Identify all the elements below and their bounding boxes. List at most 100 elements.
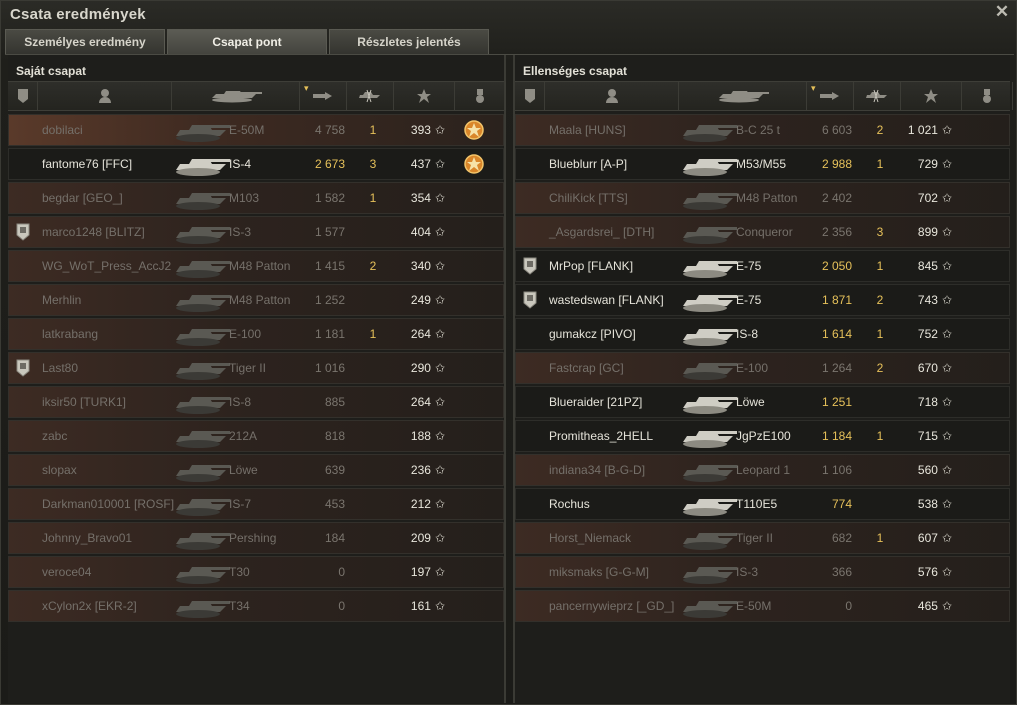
- tab-label: Részletes jelentés: [357, 35, 461, 49]
- damage-cell: 1 871: [806, 285, 852, 315]
- player-row[interactable]: indiana34 [B-G-D] Leopard 1 1 106 560 ✩: [515, 454, 1010, 486]
- player-row[interactable]: Darkman010001 [ROSF] IS-7 453 212 ✩: [8, 488, 504, 520]
- vehicle-name: IS-3: [736, 565, 759, 579]
- medal-column-header[interactable]: [455, 82, 506, 110]
- vehicle-cell: M48 Patton: [229, 251, 309, 281]
- vehicle-cell: T110E5: [736, 489, 816, 519]
- player-list: Maala [HUNS] B-C 25 t6 603 2 1 021 ✩ Blueblur…: [515, 114, 1010, 624]
- xp-value: 188: [410, 429, 431, 443]
- damage-value: 774: [831, 497, 852, 511]
- vehicle-name: M48 Patton: [229, 259, 291, 273]
- tank-column-header[interactable]: [172, 82, 300, 110]
- vehicle-cell: Löwe: [736, 387, 816, 417]
- player-row[interactable]: marco1248 [BLITZ] IS-3 1 577 404 ✩: [8, 216, 504, 248]
- badge-cell: [520, 455, 540, 485]
- player-row[interactable]: zabc 212A 818 188 ✩: [8, 420, 504, 452]
- medal-cell: [969, 217, 993, 247]
- tank-column-header[interactable]: [679, 82, 807, 110]
- medal-column-header[interactable]: [962, 82, 1013, 110]
- player-name-cell: Fastcrap [GC]: [549, 353, 689, 383]
- player-row[interactable]: veroce04 T30 0 197 ✩: [8, 556, 504, 588]
- player-row[interactable]: Blueraider [21PZ] Löwe 1 251 718 ✩: [515, 386, 1010, 418]
- player-row[interactable]: ChiliKick [TTS] M48 Patton 2 402 702 ✩: [515, 182, 1010, 214]
- player-row[interactable]: Maala [HUNS] B-C 25 t 6 603 2 1 021 ✩: [515, 114, 1010, 146]
- damage-column-header[interactable]: ▾: [300, 82, 347, 110]
- damage-cell: 885: [299, 387, 345, 417]
- player-row[interactable]: latkrabang E-100 1 181 1 264 ✩: [8, 318, 504, 350]
- tab-team-score[interactable]: Csapat pont: [167, 29, 327, 54]
- tank-cell: [174, 183, 230, 213]
- player-row[interactable]: Rochus T110E5 774 538 ✩: [515, 488, 1010, 520]
- xp-cell: 437 ✩: [393, 149, 445, 179]
- player-row[interactable]: miksmaks [G-G-M] IS-3 366 576 ✩: [515, 556, 1010, 588]
- player-row[interactable]: _Asgardsrei_ [DTH] Conqueror 2 356 3 899 ✩: [515, 216, 1010, 248]
- player-row[interactable]: gumakcz [PIVO] IS-8 1 614 1 752 ✩: [515, 318, 1010, 350]
- player-name-cell: miksmaks [G-G-M]: [549, 557, 689, 587]
- star-icon: ✩: [941, 259, 952, 273]
- tank-cell: [174, 421, 230, 451]
- tank-cell: [174, 149, 230, 179]
- player-row[interactable]: Fastcrap [GC] E-100 1 264 2 670 ✩: [515, 352, 1010, 384]
- vehicle-cell: E-50M: [736, 591, 816, 621]
- vehicle-name: Löwe: [229, 463, 258, 477]
- player-row[interactable]: Horst_Niemack Tiger II 682 1 607 ✩: [515, 522, 1010, 554]
- damage-column-header[interactable]: ▾: [807, 82, 854, 110]
- xp-cell: 209 ✩: [393, 523, 445, 553]
- player-row[interactable]: MrPop [FLANK] E-75 2 050 1 845 ✩: [515, 250, 1010, 282]
- kills-column-icon: [864, 89, 890, 103]
- player-row[interactable]: xCylon2x [EKR-2] T34 0 161 ✩: [8, 590, 504, 622]
- vehicle-name: E-75: [736, 259, 762, 273]
- damage-cell: 0: [299, 557, 345, 587]
- tab-detailed-report[interactable]: Részletes jelentés: [329, 29, 489, 54]
- tank-cell: [174, 115, 230, 145]
- vehicle-name: T110E5: [736, 497, 778, 511]
- vehicle-name: M48 Patton: [736, 191, 798, 205]
- damage-cell: 4 758: [299, 115, 345, 145]
- tank-image-icon: [679, 150, 739, 178]
- badge-column-header[interactable]: [8, 82, 38, 110]
- tab-personal-result[interactable]: Személyes eredmény: [5, 29, 165, 54]
- player-row[interactable]: fantome76 [FFC] IS-4 2 673 3 437 ✩: [8, 148, 504, 180]
- vehicle-name: T30: [229, 565, 250, 579]
- player-row[interactable]: Last80 Tiger II 1 016 290 ✩: [8, 352, 504, 384]
- player-row[interactable]: begdar [GEO_] M103 1 582 1 354 ✩: [8, 182, 504, 214]
- player-row[interactable]: pancernywieprz [_GD_] E-50M 0 465 ✩: [515, 590, 1010, 622]
- badge-cell: [520, 353, 540, 383]
- kills-cell: 1: [870, 523, 890, 553]
- badge-column-icon: [16, 88, 30, 104]
- damage-value: 1 252: [314, 293, 345, 307]
- damage-value: 4 758: [314, 123, 345, 137]
- tank-cell: [681, 557, 737, 587]
- badge-column-header[interactable]: [515, 82, 545, 110]
- kills-column-header[interactable]: [854, 82, 901, 110]
- tank-image-icon: [172, 286, 232, 314]
- player-row[interactable]: iksir50 [TURK1] IS-8 885 264 ✩: [8, 386, 504, 418]
- xp-column-header[interactable]: [901, 82, 962, 110]
- badge-cell: [13, 183, 33, 213]
- damage-cell: 2 356: [806, 217, 852, 247]
- damage-value: 1 582: [314, 191, 345, 205]
- sort-arrow-icon: ▾: [304, 83, 309, 93]
- player-name: indiana34 [B-G-D]: [549, 463, 646, 477]
- player-row[interactable]: Promitheas_2HELL JgPzE100 1 184 1 715 ✩: [515, 420, 1010, 452]
- xp-cell: 718 ✩: [900, 387, 952, 417]
- kills-column-icon: [357, 89, 383, 103]
- damage-cell: 0: [299, 591, 345, 621]
- player-row[interactable]: slopax Löwe 639 236 ✩: [8, 454, 504, 486]
- player-name: Maala [HUNS]: [549, 123, 626, 137]
- xp-cell: 845 ✩: [900, 251, 952, 281]
- star-icon: ✩: [434, 599, 445, 613]
- kills-column-header[interactable]: [347, 82, 394, 110]
- medal-cell: [969, 523, 993, 553]
- player-row[interactable]: wastedswan [FLANK] E-75 1 871 2 743 ✩: [515, 284, 1010, 316]
- close-icon[interactable]: ✕: [994, 3, 1010, 20]
- player-column-header[interactable]: [38, 82, 172, 110]
- xp-column-header[interactable]: [394, 82, 455, 110]
- player-row[interactable]: dobilaci E-50M 4 758 1 393 ✩: [8, 114, 504, 146]
- player-row[interactable]: Merhlin M48 Patton 1 252 249 ✩: [8, 284, 504, 316]
- player-row[interactable]: Johnny_Bravo01 Pershing 184 209 ✩: [8, 522, 504, 554]
- player-row[interactable]: WG_WoT_Press_AccJ2 M48 Patton 1 415 2 340 ✩: [8, 250, 504, 282]
- player-row[interactable]: Blueblurr [A-P] M53/M55 2 988 1 729 ✩: [515, 148, 1010, 180]
- star-icon: ✩: [434, 463, 445, 477]
- player-column-header[interactable]: [545, 82, 679, 110]
